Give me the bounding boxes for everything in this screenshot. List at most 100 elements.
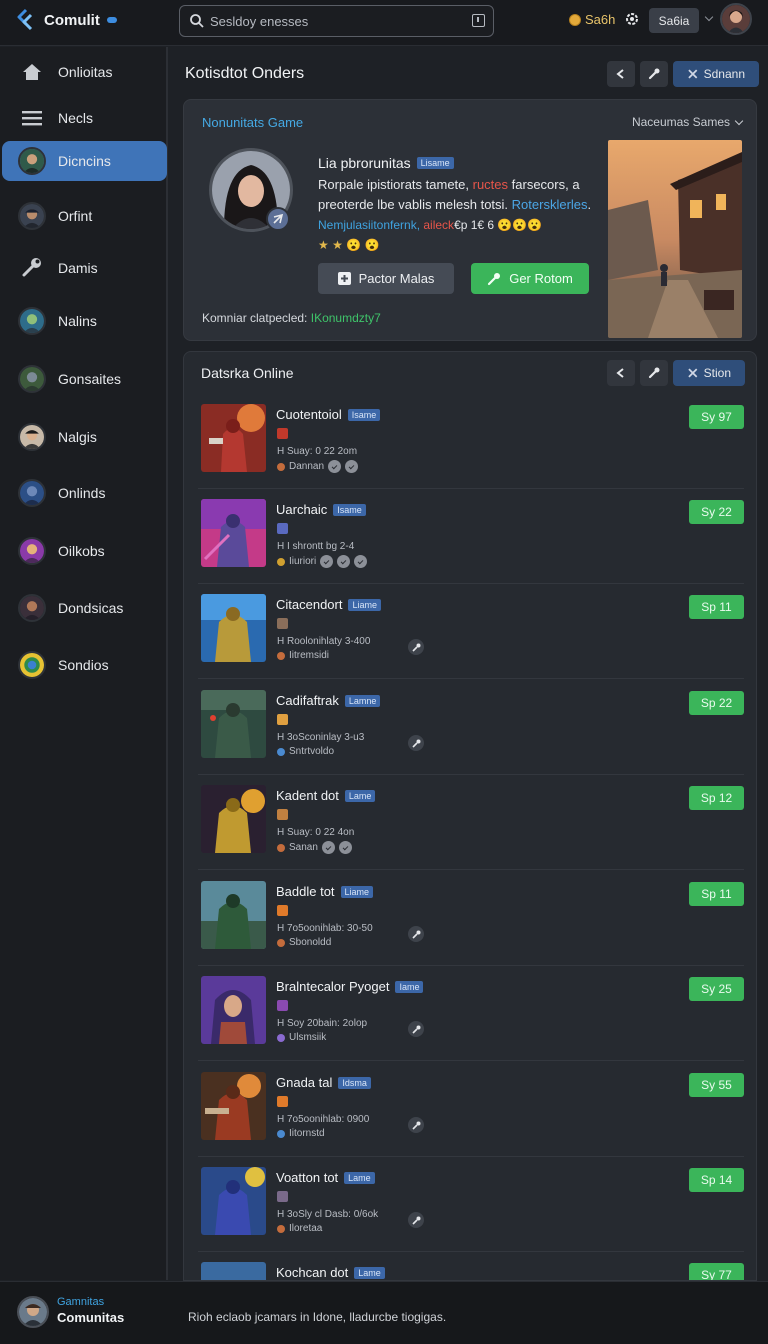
list-item[interactable]: Cadifaftrak Lamne H 3oSconinlay 3-u3 Sntr… [198,680,744,775]
search-input[interactable] [210,11,460,31]
app-logo[interactable]: Comulit [16,8,117,32]
list-item[interactable]: Cuotentoiol Isame H Suay: 0 22 2om Dannan… [198,394,744,489]
sidebar-item[interactable]: Onlinds [2,473,167,513]
toolbar-action-button[interactable]: Sdnann [673,61,759,87]
sidebar-item[interactable]: Nalins [2,301,167,341]
sidebar-item[interactable]: Orfint [2,196,167,236]
desc-highlight: ructes [472,177,509,192]
score-badge[interactable]: Sy 55 [689,1073,744,1097]
row-sub: Ulsmsiik [277,1032,326,1043]
sidebar-item[interactable]: Sondios [2,645,167,685]
score-badge[interactable]: Sp 11 [689,595,744,619]
sidebar-item[interactable]: Oilkobs [2,531,167,571]
desc-link[interactable]: Rotersklerles [512,197,588,212]
avatar [18,594,46,622]
row-sub: Dannan [277,460,359,473]
coin-balance[interactable]: Sa6h [569,12,615,27]
row-title: Uarchaic Isame [276,502,366,517]
list-item[interactable]: Uarchaic Isame H I shrontt bg 2-4 Iiurior… [198,489,744,584]
list-item[interactable]: Voatton tot Lame H 3oSly cl Dasb: 0/6ok I… [198,1157,744,1252]
score-badge[interactable]: Sp 11 [689,882,744,906]
wrench-icon[interactable] [408,1021,424,1037]
game-icon [277,1096,288,1107]
list-item[interactable]: Kadent dot Lame H Suay: 0 22 4on Sanan Sp… [198,775,744,870]
game-thumbnail [201,976,266,1044]
wrench-icon[interactable] [408,1117,424,1133]
score-badge[interactable]: Sy 22 [689,500,744,524]
tool-button[interactable] [640,360,668,386]
game-icon [277,714,288,725]
sidebar-item-menu[interactable]: Necls [2,98,167,138]
score-badge[interactable]: Sy 97 [689,405,744,429]
row-sub-text: Iiuriori [289,556,317,567]
header-button[interactable]: Sa6ia [649,8,699,33]
search-box[interactable] [179,5,494,37]
primary-action-button[interactable]: Ger Rotom [471,263,589,294]
sidebar-item-label: Onlinds [58,485,106,501]
score-badge[interactable]: Sy 77 [689,1263,744,1280]
row-title: Baddle tot Liame [276,884,374,899]
tool-button[interactable] [640,61,668,87]
list-item[interactable]: Kochcan dot Lame Sy 77 [198,1252,744,1280]
wrench-icon[interactable] [408,639,424,655]
status-dot-icon [277,462,285,471]
desc-text: farsecors, a [508,177,580,192]
wrench-icon[interactable] [408,1212,424,1228]
primary-action-label: Ger Rotom [509,271,573,286]
settings-icon[interactable] [625,12,639,26]
chevron-down-icon[interactable] [704,12,714,22]
featured-link[interactable]: Nemjulasiitonfernk, [318,218,423,232]
sidebar-item-tools[interactable]: Damis [2,248,167,288]
score-badge[interactable]: Sp 14 [689,1168,744,1192]
row-sub: Iitremsidi [277,650,329,661]
row-title: Bralntecalor Pyoget Iame [276,979,424,994]
list-item[interactable]: Gnada tal Idsma H 7o5oonihlab: 0900 Iitor… [198,1062,744,1157]
avatar [18,147,46,175]
score-badge[interactable]: Sp 12 [689,786,744,810]
avatar [18,479,46,507]
wrench-icon[interactable] [408,735,424,751]
featured-title: Lia pbrorunitas [318,155,411,171]
verified-badge-icon [266,207,290,231]
row-tag: Lame [344,1171,375,1184]
game-icon [277,809,288,820]
user-avatar[interactable] [720,3,752,35]
row-title: Cuotentoiol Isame [276,407,381,422]
featured-game-image[interactable] [608,140,742,338]
score-badge[interactable]: Sy 25 [689,977,744,1001]
status-dot-icon [277,747,285,756]
row-meta: H 7o5oonihlab: 0900 [277,1114,370,1125]
sidebar-item[interactable]: Gonsaites [2,359,167,399]
avatar [18,537,46,565]
row-title-text: Gnada tal [276,1075,333,1090]
sidebar-item-home[interactable]: Onlioitas [2,52,167,92]
logo-icon [17,8,33,31]
footer-bar: Gamnitas Comunitas Rioh eclaob jcamars i… [0,1281,768,1344]
secondary-action-button[interactable]: Pactor Malas [318,263,454,294]
featured-link-alert[interactable]: aileck [423,218,454,232]
share-button[interactable] [607,61,635,87]
game-thumbnail [201,1167,266,1235]
list-item[interactable]: Citacendort Liame H Roolonihlaty 3-400 Ii… [198,584,744,679]
footer-message: Rioh eclaob jcamars in Idone, lladurcbe … [188,1310,447,1324]
list-item[interactable]: Baddle tot Liame H 7o5oonihlab: 30-50 Sbo… [198,871,744,966]
game-thumbnail [201,499,266,567]
list-item[interactable]: Bralntecalor Pyoget Iame H Soy 20bain: 2o… [198,966,744,1061]
row-title: Voatton tot Lame [276,1170,375,1185]
community-avatar[interactable] [17,1296,49,1328]
row-sub-text: Iitremsidi [289,650,330,661]
sidebar-item[interactable]: Dondsicas [2,588,167,628]
sidebar-item[interactable]: Nalgis [2,417,167,457]
share-icon [616,368,624,378]
list-action-button[interactable]: Stion [673,360,745,386]
sidebar-item-active[interactable]: Dicncins [2,141,167,181]
share-button[interactable] [607,360,635,386]
wrench-icon[interactable] [408,926,424,942]
game-icon [277,905,288,916]
featured-reactions: ★ ★ 😮 😮 [318,238,380,252]
row-sub-text: Sanan [289,842,318,853]
sort-dropdown[interactable]: Naceumas Sames [632,115,744,129]
game-thumbnail [201,785,266,853]
footer-value[interactable]: IKonumdzty7 [311,311,381,325]
score-badge[interactable]: Sp 22 [689,691,744,715]
